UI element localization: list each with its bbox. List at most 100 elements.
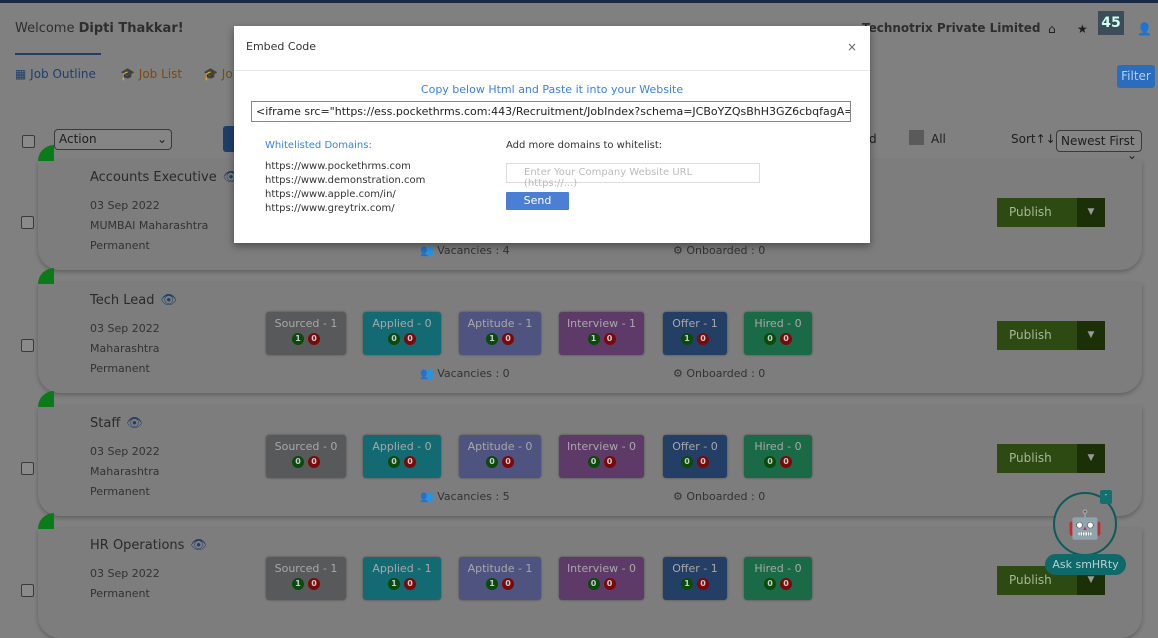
home-icon[interactable]: ⌂ bbox=[1048, 22, 1056, 36]
whitelisted-label: Whitelisted Domains: bbox=[265, 140, 372, 151]
positive-count: 1 bbox=[292, 578, 304, 590]
positive-count: 1 bbox=[486, 578, 498, 590]
tab-job-list[interactable]: 🎓 Job List bbox=[120, 67, 182, 81]
positive-count: 1 bbox=[681, 578, 693, 590]
stage-box[interactable]: Offer - 1 10 bbox=[663, 312, 727, 355]
stage-label: Sourced - 0 bbox=[274, 440, 338, 453]
tab-label: Job Outline bbox=[30, 67, 96, 81]
stage-box[interactable]: Applied - 0 00 bbox=[363, 312, 441, 355]
domain-item: https://www.demonstration.com bbox=[265, 175, 426, 186]
sort-label[interactable]: Sort↑↓ bbox=[1011, 132, 1056, 146]
stage-box[interactable]: Aptitude - 0 00 bbox=[459, 435, 541, 478]
top-bar bbox=[0, 0, 1158, 3]
sort-icon: ↑↓ bbox=[1035, 132, 1056, 146]
stage-box[interactable]: Aptitude - 1 10 bbox=[459, 312, 541, 355]
stage-box[interactable]: Offer - 0 00 bbox=[663, 435, 727, 478]
job-type: Permanent bbox=[90, 362, 150, 375]
job-date: 03 Sep 2022 bbox=[90, 445, 160, 458]
stage-box[interactable]: Applied - 1 10 bbox=[363, 557, 441, 600]
stage-box[interactable]: Sourced - 0 00 bbox=[266, 435, 346, 478]
stage-box[interactable]: Offer - 1 10 bbox=[663, 557, 727, 600]
stage-box[interactable]: Hired - 0 00 bbox=[744, 557, 812, 600]
filter-button[interactable]: Filter bbox=[1117, 65, 1155, 88]
select-all-checkbox[interactable] bbox=[22, 135, 35, 148]
positive-count: 0 bbox=[681, 456, 693, 468]
status-corner bbox=[38, 513, 54, 529]
caret-down-icon[interactable]: ▼ bbox=[1077, 444, 1105, 473]
embed-code-field[interactable]: <iframe src="https://ess.pockethrms.com:… bbox=[251, 101, 851, 122]
negative-count: 0 bbox=[603, 578, 616, 590]
job-title[interactable]: Staff 👁 bbox=[90, 416, 143, 431]
chatbot-minimize[interactable]: - bbox=[1100, 490, 1112, 504]
caret-down-icon[interactable]: ▼ bbox=[1077, 321, 1105, 350]
vacancies: 👥 Vacancies : 4 bbox=[420, 244, 510, 257]
domain-item: https://www.apple.com/in/ bbox=[265, 189, 396, 200]
action-value: Action bbox=[59, 132, 97, 146]
tab-label: Job List bbox=[138, 67, 183, 81]
domain-url-input[interactable]: Enter Your Company Website URL (https://… bbox=[506, 163, 760, 189]
notification-badge[interactable]: 45 bbox=[1098, 11, 1124, 35]
positive-count: 0 bbox=[292, 456, 304, 468]
job-checkbox[interactable] bbox=[21, 216, 34, 229]
job-meta: 03 Sep 2022 Maharashtra Permanent bbox=[90, 442, 160, 502]
star-icon[interactable]: ★ bbox=[1077, 22, 1088, 36]
stage-box[interactable]: Interview - 1 10 bbox=[559, 312, 644, 355]
tab-third[interactable]: 🎓 Jo bbox=[203, 67, 233, 81]
stage-label: Sourced - 1 bbox=[274, 317, 338, 330]
send-button[interactable]: Send bbox=[506, 192, 569, 210]
publish-button[interactable]: Publish ▼ bbox=[997, 321, 1105, 350]
stage-label: Aptitude - 0 bbox=[467, 440, 533, 453]
stage-box[interactable]: Interview - 0 00 bbox=[559, 557, 644, 600]
negative-count: 0 bbox=[603, 456, 616, 468]
job-title[interactable]: HR Operations 👁 bbox=[90, 538, 207, 553]
positive-count: 0 bbox=[388, 456, 400, 468]
caret-down-icon[interactable]: ▼ bbox=[1077, 198, 1105, 227]
negative-count: 0 bbox=[780, 456, 792, 468]
eye-icon[interactable]: 👁 bbox=[190, 538, 207, 553]
positive-count: 1 bbox=[292, 333, 304, 345]
job-checkbox[interactable] bbox=[21, 462, 34, 475]
publish-button[interactable]: Publish ▼ bbox=[997, 444, 1105, 473]
action-select[interactable]: Action ⌄ bbox=[54, 129, 172, 150]
job-checkbox[interactable] bbox=[21, 584, 34, 597]
calendar-icon: ▦ bbox=[15, 67, 27, 81]
status-corner bbox=[38, 268, 54, 284]
stage-label: Applied - 0 bbox=[372, 317, 432, 330]
stage-box[interactable]: Applied - 0 00 bbox=[363, 435, 441, 478]
sort-select[interactable]: Newest First ⌄ bbox=[1056, 130, 1142, 162]
stage-box[interactable]: Sourced - 1 10 bbox=[266, 312, 346, 355]
job-title[interactable]: Accounts Executive 👁 bbox=[90, 170, 239, 185]
onboard-icon: ⚙ bbox=[673, 244, 683, 257]
user-icon[interactable]: 👤 bbox=[1137, 22, 1152, 36]
close-icon[interactable]: × bbox=[847, 40, 857, 54]
eye-icon[interactable]: 👁 bbox=[126, 416, 143, 431]
negative-count: 0 bbox=[502, 333, 514, 345]
tab-job-outline[interactable]: ▦ Job Outline bbox=[15, 67, 96, 81]
negative-count: 0 bbox=[404, 333, 416, 345]
stage-label: Offer - 0 bbox=[672, 440, 718, 453]
stage-label: Offer - 1 bbox=[672, 562, 718, 575]
positive-count: 0 bbox=[764, 578, 776, 590]
stage-box[interactable]: Hired - 0 00 bbox=[744, 435, 812, 478]
positive-count: 1 bbox=[486, 333, 498, 345]
publish-button[interactable]: Publish ▼ bbox=[997, 198, 1105, 227]
job-checkbox[interactable] bbox=[21, 339, 34, 352]
job-title[interactable]: Tech Lead 👁 bbox=[90, 293, 177, 308]
stage-box[interactable]: Sourced - 1 10 bbox=[266, 557, 346, 600]
stage-label: Interview - 1 bbox=[566, 317, 637, 330]
positive-count: 0 bbox=[764, 456, 776, 468]
ask-chatbot-button[interactable]: Ask smHRty bbox=[1045, 554, 1126, 575]
stage-label: Aptitude - 1 bbox=[467, 562, 533, 575]
stage-box[interactable]: Hired - 0 00 bbox=[744, 312, 812, 355]
negative-count: 0 bbox=[404, 578, 416, 590]
stage-box[interactable]: Interview - 0 00 bbox=[559, 435, 644, 478]
job-type: Permanent bbox=[90, 485, 150, 498]
stage-box[interactable]: Aptitude - 1 10 bbox=[459, 557, 541, 600]
add-domains-label: Add more domains to whitelist: bbox=[506, 140, 663, 151]
vacancies: 👥 Vacancies : 5 bbox=[420, 490, 510, 503]
eye-icon[interactable]: 👁 bbox=[160, 293, 177, 308]
stage-label: Applied - 1 bbox=[372, 562, 432, 575]
all-filter-swatch[interactable] bbox=[909, 130, 924, 145]
negative-count: 0 bbox=[780, 578, 792, 590]
sort-value: Newest First bbox=[1061, 134, 1135, 148]
